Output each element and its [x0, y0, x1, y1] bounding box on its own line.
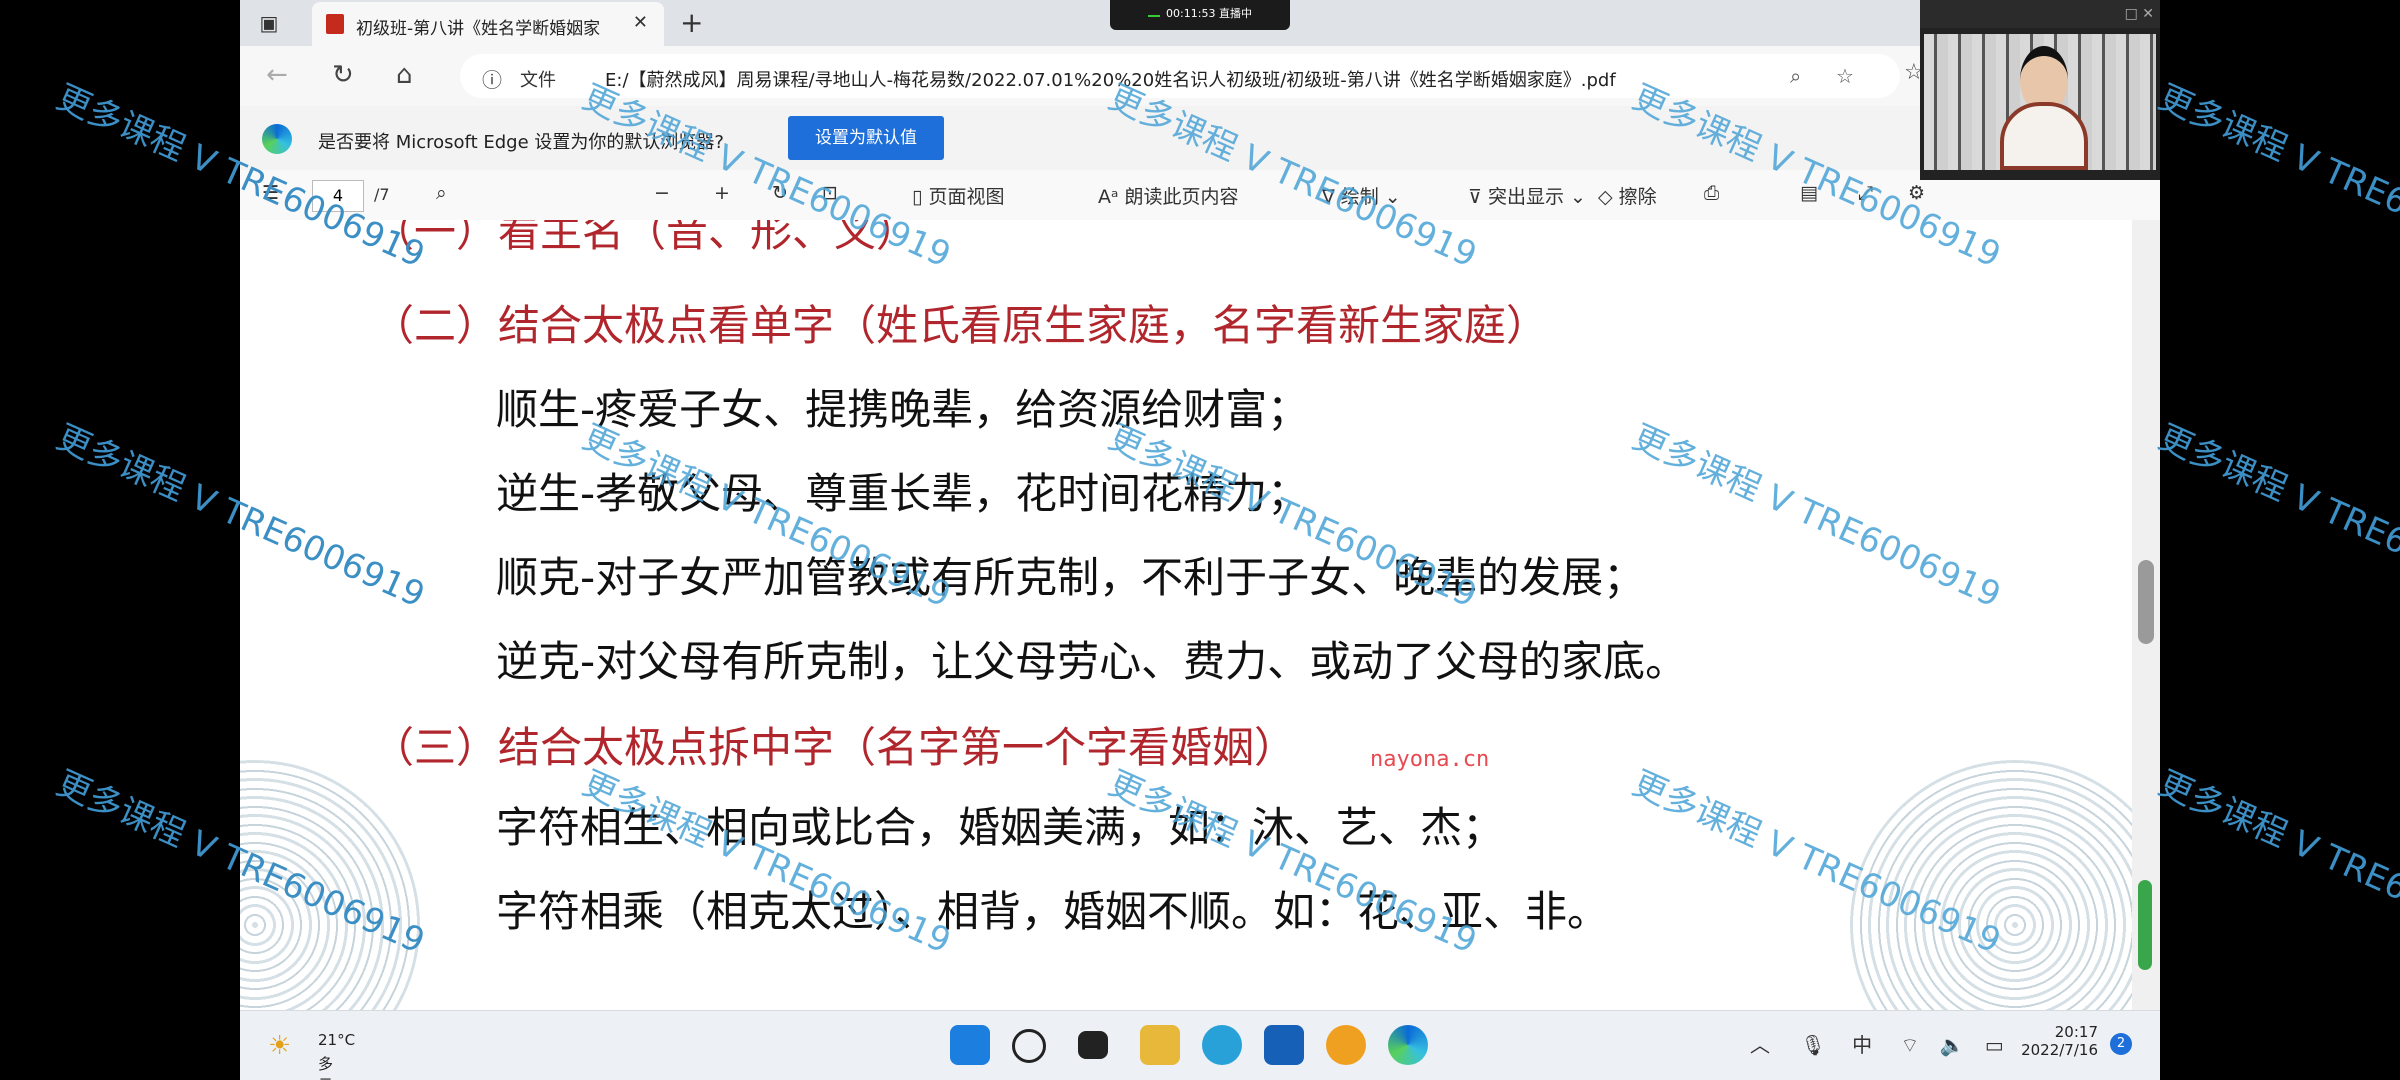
section2-heading: （二）结合太极点看单字（姓氏看原生家庭，名字看新生家庭）	[372, 301, 1549, 350]
home-button[interactable]: ⌂	[396, 60, 413, 90]
file-explorer-icon[interactable]	[1140, 1025, 1180, 1065]
watermark: 更多课程 V TRE6006919	[2152, 763, 2400, 962]
tab-actions-icon[interactable]: ▣	[254, 8, 284, 38]
favorite-icon[interactable]: ☆	[1836, 64, 1854, 88]
volume-icon[interactable]: 🔈	[1940, 1033, 1965, 1057]
wifi-icon[interactable]: ⌔	[1900, 1033, 1919, 1057]
zoom-icon[interactable]: ⌕	[1790, 64, 1801, 88]
temperature: 21°C	[318, 1031, 356, 1049]
highlight-icon: ⊽	[1468, 186, 1488, 208]
live-badge: 00:11:53 直播中	[1110, 0, 1290, 30]
new-tab-button[interactable]: +	[680, 6, 703, 39]
read-aloud-button[interactable]: Aᵃ 朗读此页内容	[1098, 182, 1239, 209]
address-bar-row: ← ↻ ⌂ ⓘ 文件 E:/【蔚然成风】周易课程/寻地山人-梅花易数/2022.…	[240, 46, 2160, 106]
search-icon[interactable]: ⌕	[436, 182, 447, 204]
page-view-button[interactable]: ▯ 页面视图	[912, 182, 1005, 209]
webcam-overlay: □ ✕	[1920, 0, 2160, 180]
scrollbar-thumb[interactable]	[2138, 560, 2154, 644]
eraser-icon: ◇	[1598, 186, 1619, 208]
read-aloud-icon: Aᵃ	[1098, 186, 1125, 208]
highlight-button[interactable]: ⊽ 突出显示 ⌄	[1468, 182, 1586, 209]
time: 20:17	[2054, 1023, 2098, 1041]
file-scheme-label: 文件	[520, 70, 556, 91]
erase-button[interactable]: ◇ 擦除	[1598, 182, 1657, 209]
webcam-controls[interactable]: □ ✕	[1920, 0, 2160, 28]
highlight-label: 突出显示	[1487, 186, 1564, 208]
browser-tab[interactable]: 初级班-第八讲《姓名学断婚姻家 ✕	[312, 2, 664, 46]
set-default-button[interactable]: 设置为默认值	[788, 116, 944, 160]
battery-icon[interactable]: ▭	[1985, 1033, 2004, 1057]
ime-indicator[interactable]: 中	[1852, 1033, 1872, 1057]
chevron-up-icon[interactable]: ︿	[1750, 1033, 1770, 1057]
app-icon[interactable]	[1326, 1025, 1366, 1065]
system-tray: ︿ 🎙 中 ⌔ 🔈 ▭	[1750, 1029, 2004, 1058]
close-tab-icon[interactable]: ✕	[633, 12, 648, 33]
notification-badge[interactable]: 2	[2110, 1033, 2132, 1055]
zoom-out-icon[interactable]: −	[654, 182, 670, 204]
zoom-in-icon[interactable]: +	[714, 182, 730, 204]
pdf-icon	[326, 14, 344, 34]
print-icon[interactable]: ⎙	[1704, 182, 1719, 204]
scroll-progress-indicator	[2138, 880, 2152, 970]
microphone-icon[interactable]: 🎙	[1800, 1033, 1825, 1057]
read-aloud-label: 朗读此页内容	[1124, 186, 1239, 208]
presenter-body	[2000, 102, 2088, 170]
tab-title: 初级班-第八讲《姓名学断婚姻家	[356, 19, 601, 39]
address-text: E:/【蔚然成风】周易课程/寻地山人-梅花易数/2022.07.01%20%20…	[605, 70, 1616, 91]
live-badge-text: 00:11:53 直播中	[1166, 7, 1252, 20]
partly-cloudy-icon: ☀	[268, 1031, 292, 1061]
windows-taskbar: ☀ 21°C 多云 ︿ 🎙 中 ⌔ 🔈 ▭ 20:17 2022/7/16 2	[240, 1010, 2160, 1080]
pdf-scrollbar[interactable]	[2132, 220, 2160, 1010]
task-view-icon[interactable]	[1078, 1031, 1108, 1059]
edge-taskbar-icon[interactable]	[1388, 1025, 1428, 1065]
screen-capture: ▣ 初级班-第八讲《姓名学断婚姻家 ✕ + 00:11:53 直播中 ← ↻ ⌂…	[240, 0, 2160, 1080]
page-view-icon: ▯	[912, 186, 929, 208]
page-total: /7	[374, 185, 390, 204]
site-watermark: nayona.cn	[1370, 747, 1490, 772]
browser-tab-bar: ▣ 初级班-第八讲《姓名学断婚姻家 ✕ + 00:11:53 直播中	[240, 0, 2160, 46]
search-taskbar-icon[interactable]	[1012, 1029, 1046, 1063]
presenter	[1996, 40, 2092, 170]
date: 2022/7/16	[2021, 1041, 2098, 1059]
clock[interactable]: 20:17 2022/7/16	[2018, 1023, 2098, 1059]
page-view-label: 页面视图	[928, 186, 1005, 208]
erase-label: 擦除	[1618, 186, 1657, 208]
refresh-button[interactable]: ↻	[332, 60, 354, 90]
section2-item: 逆克-对父母有所克制，让父母劳心、费力、或动了父母的家底。	[496, 637, 1688, 686]
watermark: 更多课程 V TRE6006919	[2152, 417, 2400, 616]
browser-app-icon[interactable]	[1202, 1025, 1242, 1065]
back-button[interactable]: ←	[266, 60, 288, 90]
app-icon[interactable]	[1264, 1025, 1304, 1065]
info-icon[interactable]: ⓘ	[482, 64, 502, 93]
watermark: 更多课程 V TRE6006919	[2152, 77, 2400, 276]
webcam-video	[1924, 34, 2156, 170]
weather-condition: 多云	[318, 1055, 334, 1080]
start-icon[interactable]	[950, 1025, 990, 1065]
signal-icon	[1148, 5, 1161, 17]
edge-logo-icon	[262, 124, 292, 154]
section3-heading: （三）结合太极点拆中字（名字第一个字看婚姻）	[372, 723, 1297, 772]
